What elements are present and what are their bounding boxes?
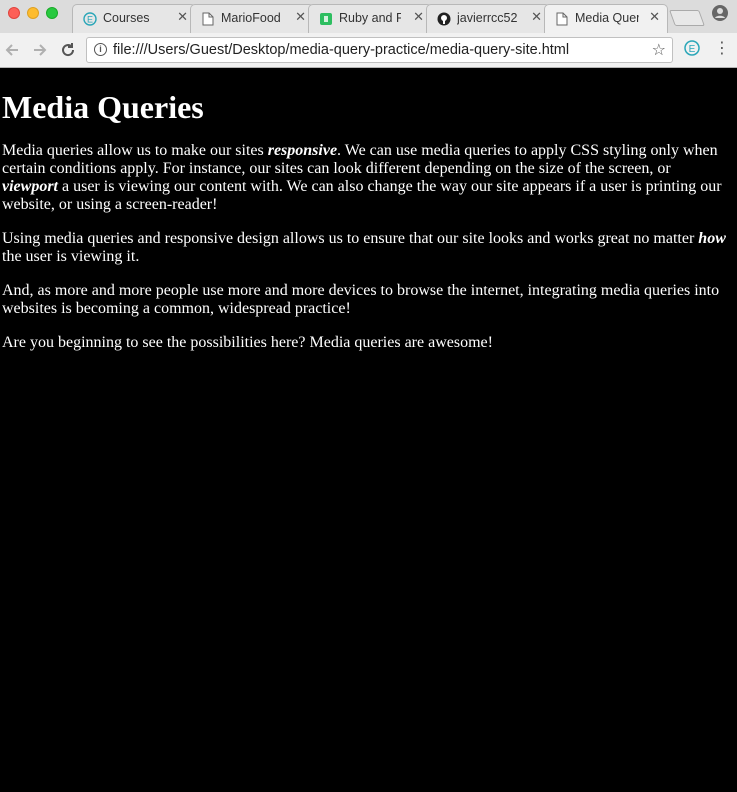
paragraph-design: Using media queries and responsive desig… xyxy=(2,230,729,266)
emphasis-how: how xyxy=(698,230,726,247)
educative-icon: E xyxy=(83,12,97,26)
tab-github[interactable]: javierrcc52 ✕ xyxy=(426,4,550,33)
tab-ruby[interactable]: Ruby and R ✕ xyxy=(308,4,432,33)
browser-chrome: E Courses ✕ MarioFood ✕ Ruby and R ✕ jav… xyxy=(0,0,737,68)
tab-title: Ruby and R xyxy=(339,11,401,25)
emphasis-responsive: responsive xyxy=(267,142,338,159)
tab-title: Media Quer xyxy=(575,11,639,25)
educative-extension-icon[interactable]: E xyxy=(684,40,700,56)
text-segment: Using media queries and responsive desig… xyxy=(2,230,699,247)
tab-courses[interactable]: E Courses ✕ xyxy=(72,4,196,33)
close-window-button[interactable] xyxy=(8,7,20,19)
tab-close-icon[interactable]: ✕ xyxy=(531,10,542,25)
tab-close-icon[interactable]: ✕ xyxy=(413,10,424,25)
text-segment: Media queries allow us to make our sites xyxy=(2,142,268,159)
forward-icon[interactable] xyxy=(30,40,50,60)
url-text[interactable]: file:///Users/Guest/Desktop/media-query-… xyxy=(113,42,569,58)
tab-strip: E Courses ✕ MarioFood ✕ Ruby and R ✕ jav… xyxy=(0,0,737,33)
page-icon xyxy=(201,12,215,26)
tab-title: MarioFood xyxy=(221,11,281,25)
tab-close-icon[interactable]: ✕ xyxy=(295,10,306,25)
page-icon xyxy=(555,12,569,26)
tab-title: javierrcc52 xyxy=(457,11,518,25)
paragraph-intro: Media queries allow us to make our sites… xyxy=(2,142,729,214)
paragraph-devices: And, as more and more people use more an… xyxy=(2,282,720,317)
tab-title: Courses xyxy=(103,11,150,25)
profile-icon[interactable] xyxy=(712,5,728,21)
emphasis-viewport: viewport xyxy=(2,178,58,195)
tab-close-icon[interactable]: ✕ xyxy=(177,10,188,25)
text-segment: a user is viewing our content with. We c… xyxy=(2,178,722,213)
svg-text:E: E xyxy=(87,15,93,25)
address-bar[interactable]: i file:///Users/Guest/Desktop/media-quer… xyxy=(86,37,673,63)
maximize-window-button[interactable] xyxy=(46,7,58,19)
svg-text:E: E xyxy=(689,44,696,55)
minimize-window-button[interactable] xyxy=(27,7,39,19)
tab-media-queries[interactable]: Media Quer ✕ xyxy=(544,4,668,33)
bookmark-star-icon[interactable]: ☆ xyxy=(652,40,666,59)
tab-mariofood[interactable]: MarioFood ✕ xyxy=(190,4,314,33)
page-content: Media Queries Media queries allow us to … xyxy=(0,68,737,792)
menu-icon[interactable]: ⋮ xyxy=(714,40,730,58)
text-segment: the user is viewing it. xyxy=(2,248,140,265)
tab-close-icon[interactable]: ✕ xyxy=(649,10,660,25)
evernote-icon xyxy=(319,12,333,26)
github-icon xyxy=(437,12,451,26)
reload-icon[interactable] xyxy=(58,40,78,60)
toolbar: i file:///Users/Guest/Desktop/media-quer… xyxy=(0,33,737,68)
page-title: Media Queries xyxy=(2,89,204,125)
info-icon[interactable]: i xyxy=(94,43,107,56)
paragraph-closing: Are you beginning to see the possibiliti… xyxy=(2,334,493,351)
new-tab-button[interactable] xyxy=(669,10,705,26)
back-icon[interactable] xyxy=(2,40,22,60)
